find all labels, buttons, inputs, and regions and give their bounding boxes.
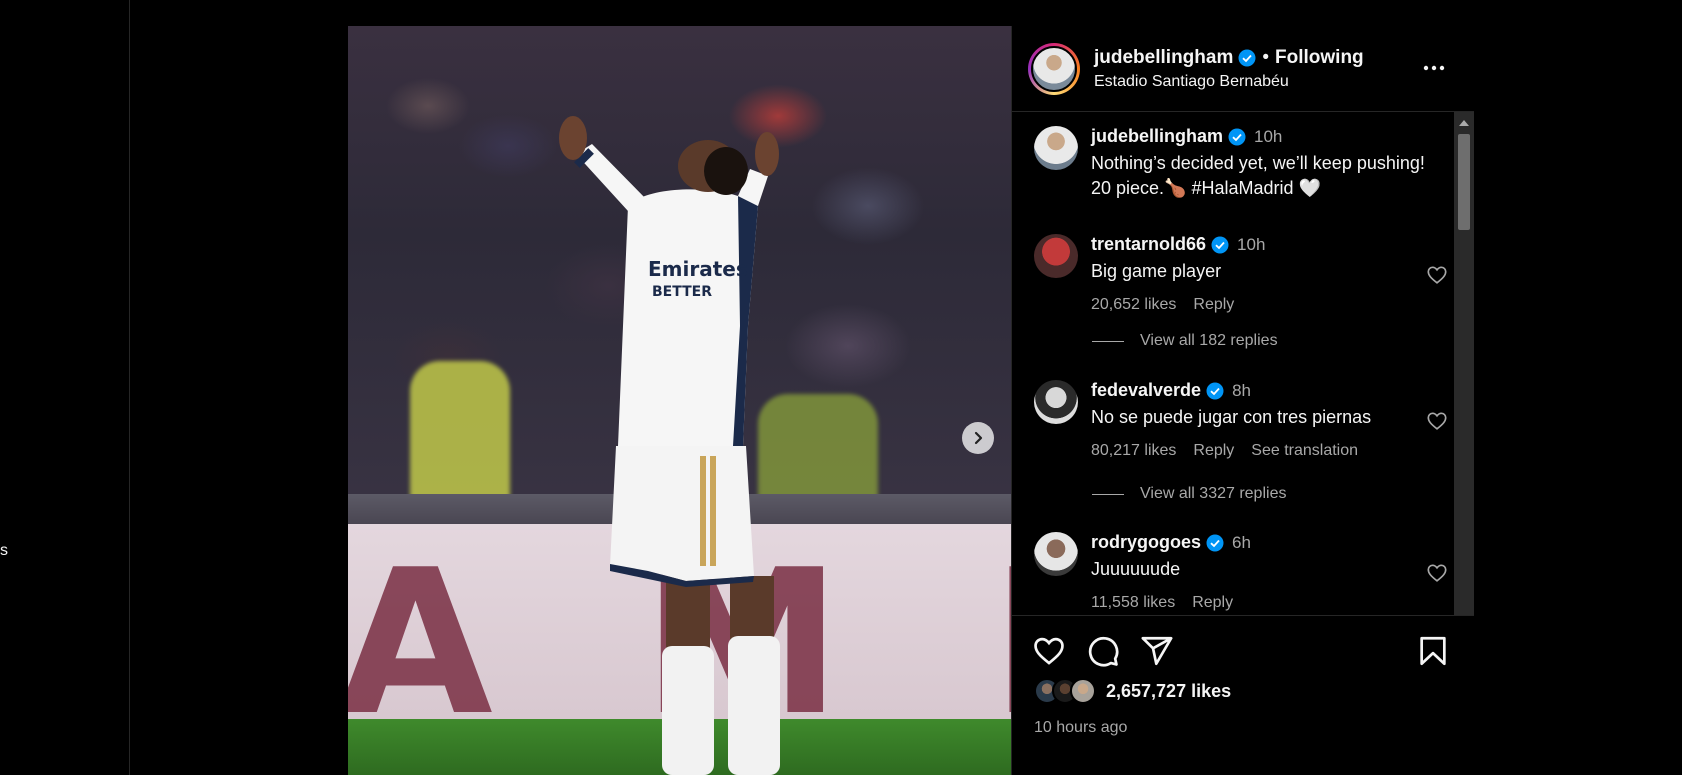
comment-item: fedevalverde 8h No se puede jugar con tr… bbox=[1034, 380, 1447, 460]
comments-list[interactable]: judebellingham 10h Nothing’s decided yet… bbox=[1012, 112, 1474, 615]
svg-text:Emirates: Emirates bbox=[648, 257, 748, 281]
comment-item: trentarnold66 10h Big game player 20,652… bbox=[1034, 234, 1447, 314]
post-modal: A M H O Em bbox=[348, 26, 1474, 775]
post-media: A M H O Em bbox=[348, 26, 1011, 775]
comment-likes[interactable]: 80,217 likes bbox=[1091, 442, 1176, 460]
post-actions: 2,657,727 likes 10 hours ago bbox=[1012, 615, 1474, 775]
post-location[interactable]: Estadio Santiago Bernabéu bbox=[1094, 73, 1364, 91]
likes-row: 2,657,727 likes bbox=[1034, 678, 1231, 704]
share-icon[interactable] bbox=[1140, 634, 1174, 668]
chevron-right-icon bbox=[974, 431, 983, 445]
next-media-button[interactable] bbox=[962, 422, 994, 454]
verified-icon bbox=[1211, 236, 1229, 253]
left-nav-background bbox=[0, 0, 130, 775]
comments-scrollbar[interactable] bbox=[1454, 112, 1474, 615]
avatar[interactable] bbox=[1034, 126, 1078, 170]
bookmark-icon[interactable] bbox=[1416, 634, 1450, 668]
post-header: judebellingham • Following Estadio Santi… bbox=[1012, 26, 1474, 112]
liker-avatar[interactable] bbox=[1070, 678, 1096, 704]
avatar[interactable] bbox=[1034, 532, 1078, 576]
comment-item: rodrygogoes 6h Juuuuuude 11,558 likes Re… bbox=[1034, 532, 1447, 612]
verified-icon bbox=[1206, 534, 1224, 551]
comment-time: 10h bbox=[1237, 234, 1266, 254]
post-timestamp[interactable]: 10 hours ago bbox=[1034, 719, 1127, 737]
comment-icon[interactable] bbox=[1086, 634, 1120, 668]
more-icon[interactable] bbox=[1422, 58, 1446, 78]
separator-dot: • bbox=[1262, 46, 1270, 68]
view-replies-label: View all 3327 replies bbox=[1140, 485, 1287, 502]
post-side-panel: judebellingham • Following Estadio Santi… bbox=[1011, 26, 1474, 775]
comment-username[interactable]: trentarnold66 bbox=[1091, 234, 1206, 255]
following-button[interactable]: Following bbox=[1275, 47, 1364, 69]
comment-username[interactable]: rodrygogoes bbox=[1091, 532, 1201, 553]
caption: judebellingham 10h Nothing’s decided yet… bbox=[1034, 126, 1434, 201]
heart-icon[interactable] bbox=[1426, 562, 1448, 584]
see-translation-button[interactable]: See translation bbox=[1251, 442, 1358, 460]
comment-likes[interactable]: 11,558 likes bbox=[1091, 594, 1175, 612]
likes-count[interactable]: 2,657,727 likes bbox=[1106, 681, 1231, 702]
scroll-up-arrow[interactable] bbox=[1459, 120, 1469, 126]
author-avatar[interactable] bbox=[1028, 42, 1080, 95]
comment-text: Big game player bbox=[1091, 261, 1222, 281]
heart-icon[interactable] bbox=[1032, 634, 1066, 668]
view-replies-label: View all 182 replies bbox=[1140, 332, 1278, 349]
caption-text: Nothing’s decided yet, we’ll keep pushin… bbox=[1091, 153, 1425, 198]
avatar[interactable] bbox=[1034, 234, 1078, 278]
comment-text: Juuuuuude bbox=[1091, 559, 1181, 579]
comment-likes[interactable]: 20,652 likes bbox=[1091, 296, 1176, 314]
reply-button[interactable]: Reply bbox=[1193, 442, 1234, 460]
view-replies-button[interactable]: View all 182 replies bbox=[1092, 332, 1278, 350]
verified-icon bbox=[1206, 382, 1224, 399]
view-replies-button[interactable]: View all 3327 replies bbox=[1092, 485, 1286, 503]
player-figure: Emirates BETTER bbox=[559, 116, 780, 775]
verified-icon bbox=[1228, 128, 1246, 145]
comment-username[interactable]: fedevalverde bbox=[1091, 380, 1201, 401]
author-username[interactable]: judebellingham bbox=[1094, 47, 1233, 69]
heart-icon[interactable] bbox=[1426, 264, 1448, 286]
scroll-thumb[interactable] bbox=[1458, 134, 1470, 230]
comment-text: No se puede jugar con tres piernas bbox=[1091, 407, 1372, 427]
comment-time: 8h bbox=[1232, 380, 1251, 400]
heart-icon[interactable] bbox=[1426, 410, 1448, 432]
reply-button[interactable]: Reply bbox=[1192, 594, 1233, 612]
avatar[interactable] bbox=[1034, 380, 1078, 424]
reply-button[interactable]: Reply bbox=[1193, 296, 1234, 314]
comment-time: 6h bbox=[1232, 532, 1251, 552]
svg-text:BETTER: BETTER bbox=[652, 284, 712, 300]
caption-time: 10h bbox=[1254, 126, 1283, 146]
left-nav-partial-text: s bbox=[0, 542, 8, 559]
verified-icon bbox=[1238, 49, 1256, 66]
caption-username[interactable]: judebellingham bbox=[1091, 126, 1223, 147]
